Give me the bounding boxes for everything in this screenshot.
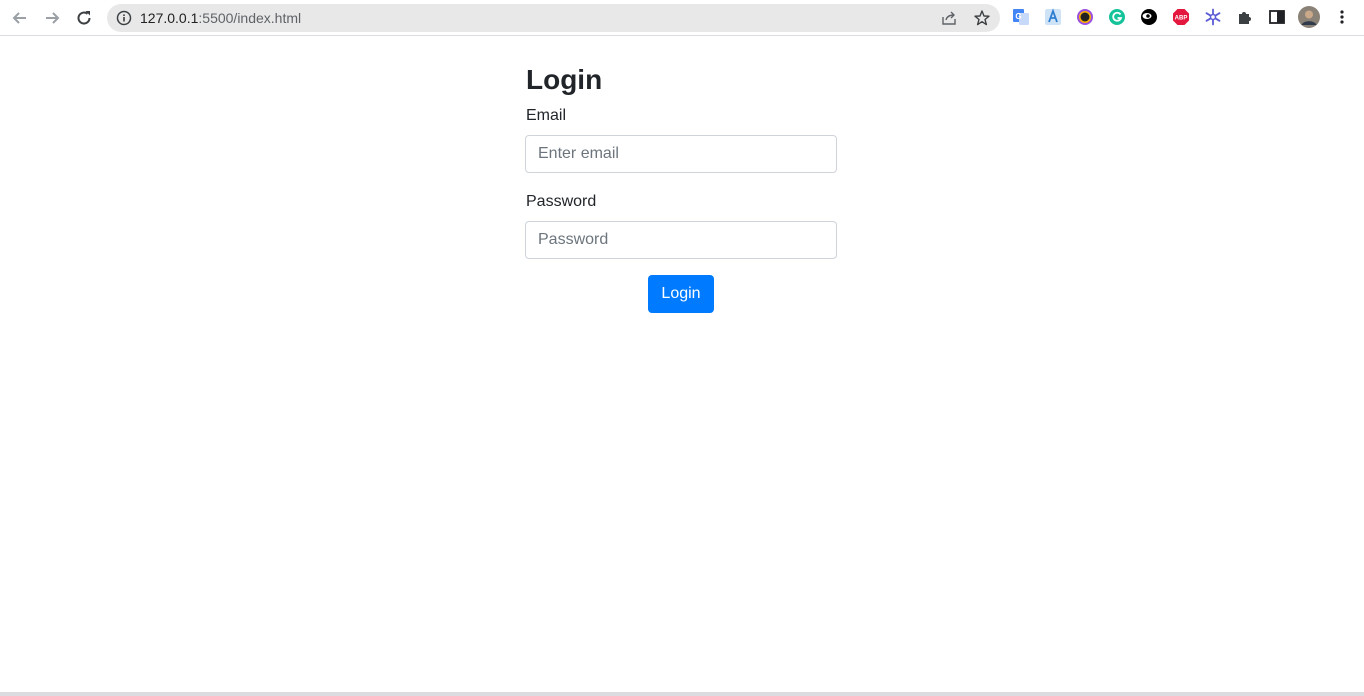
url-path: :5500/index.html xyxy=(198,10,302,26)
url-text[interactable]: 127.0.0.1:5500/index.html xyxy=(140,4,301,32)
reload-button[interactable] xyxy=(72,6,96,30)
info-icon[interactable] xyxy=(116,10,132,26)
svg-text:G: G xyxy=(1015,12,1021,21)
grammarly-extension-icon[interactable] xyxy=(1108,8,1126,26)
back-button[interactable] xyxy=(8,6,32,30)
password-label: Password xyxy=(526,193,597,210)
text-tool-extension-icon[interactable] xyxy=(1044,8,1062,26)
more-vertical-icon xyxy=(1340,10,1344,24)
address-bar[interactable]: 127.0.0.1:5500/index.html xyxy=(107,4,1000,32)
snowflake-extension-icon[interactable] xyxy=(1204,8,1222,26)
extensions-puzzle-icon[interactable] xyxy=(1236,8,1254,26)
email-field[interactable] xyxy=(525,135,837,173)
profile-avatar[interactable] xyxy=(1298,6,1320,28)
share-icon[interactable] xyxy=(941,10,957,26)
email-label: Email xyxy=(526,107,567,124)
arrow-left-icon xyxy=(12,12,26,24)
google-translate-extension-icon[interactable]: G xyxy=(1012,8,1030,26)
eye-extension-icon[interactable] xyxy=(1140,8,1158,26)
page-title: Login xyxy=(526,64,603,95)
url-host: 127.0.0.1 xyxy=(140,10,199,26)
browser-toolbar: 127.0.0.1:5500/index.html G ABP xyxy=(0,0,1364,36)
bookmark-star-icon[interactable] xyxy=(973,9,991,27)
avatar-icon xyxy=(1298,6,1320,28)
color-picker-extension-icon[interactable] xyxy=(1076,8,1094,26)
login-button[interactable]: Login xyxy=(648,275,714,313)
side-panel-icon[interactable] xyxy=(1268,8,1286,26)
reload-icon xyxy=(77,11,91,25)
svg-text:ABP: ABP xyxy=(1175,16,1188,22)
password-field[interactable] xyxy=(525,221,837,259)
taskbar-edge xyxy=(0,692,1364,696)
adblock-plus-extension-icon[interactable]: ABP xyxy=(1172,8,1190,26)
forward-button[interactable] xyxy=(40,6,64,30)
browser-menu-button[interactable] xyxy=(1333,8,1351,26)
arrow-right-icon xyxy=(46,12,60,24)
